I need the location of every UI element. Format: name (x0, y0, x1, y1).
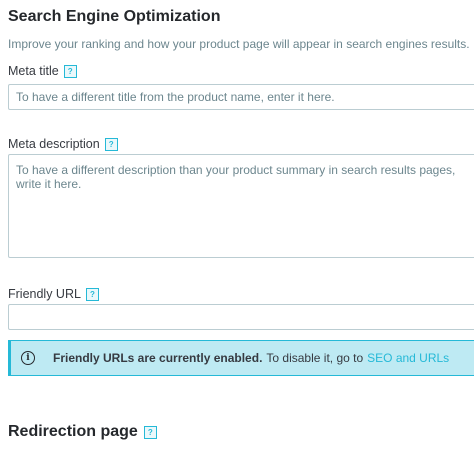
seo-section-subtitle: Improve your ranking and how your produc… (8, 37, 470, 51)
friendly-url-label: Friendly URL (8, 287, 81, 301)
meta-description-label: Meta description (8, 137, 100, 151)
info-circle-icon: i (21, 351, 35, 365)
meta-title-label-row: Meta title ? (8, 64, 77, 78)
meta-description-textarea[interactable] (8, 154, 474, 258)
alert-text: To disable it, go to (266, 351, 364, 365)
seo-and-urls-link[interactable]: SEO and URLs (367, 351, 449, 365)
meta-title-label: Meta title (8, 64, 59, 78)
friendly-url-input[interactable] (8, 304, 474, 330)
meta-title-input[interactable] (8, 84, 474, 110)
friendly-url-info-alert: i Friendly URLs are currently enabled. T… (8, 340, 474, 376)
meta-description-label-row: Meta description ? (8, 137, 118, 151)
seo-section-title: Search Engine Optimization (8, 8, 221, 25)
redirection-section-title-row: Redirection page ? (8, 423, 157, 441)
friendly-url-label-row: Friendly URL ? (8, 287, 99, 301)
redirection-section-title: Redirection page (8, 423, 138, 440)
meta-description-help-icon[interactable]: ? (104, 137, 118, 151)
redirection-help-icon[interactable]: ? (143, 425, 157, 439)
friendly-url-help-icon[interactable]: ? (85, 287, 99, 301)
meta-title-help-icon[interactable]: ? (63, 64, 77, 78)
alert-strong-text: Friendly URLs are currently enabled. (53, 351, 263, 365)
